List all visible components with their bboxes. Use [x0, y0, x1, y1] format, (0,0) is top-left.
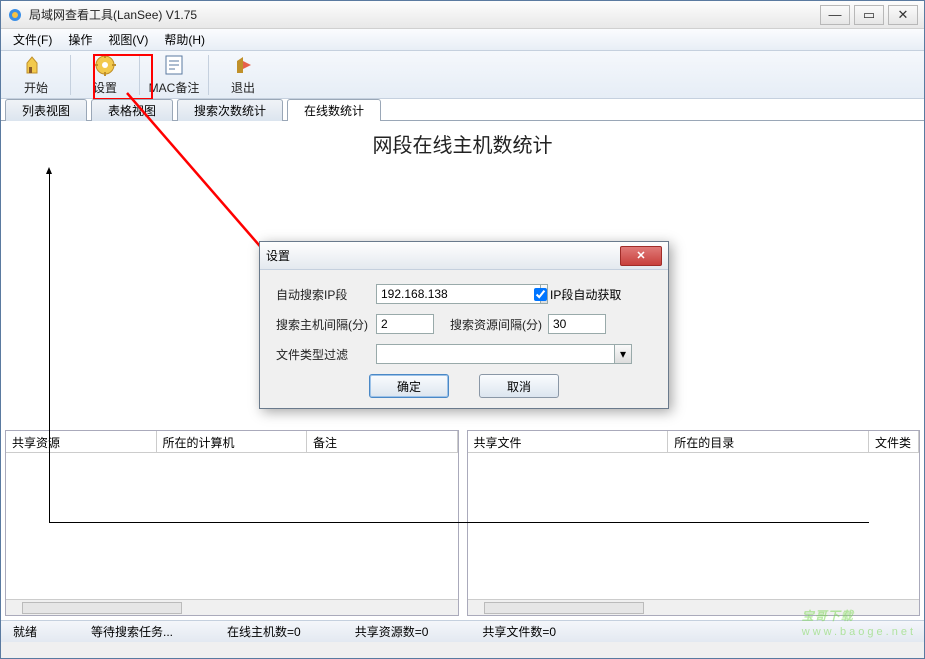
ok-button[interactable]: 确定: [369, 374, 449, 398]
toolbar: 开始 设置 MAC备注 退出: [1, 51, 924, 99]
horizontal-scrollbar[interactable]: [468, 599, 920, 615]
menu-file[interactable]: 文件(F): [5, 29, 60, 50]
file-filter-input[interactable]: [376, 344, 614, 364]
toolbar-settings-button[interactable]: 设置: [72, 53, 138, 97]
toolbar-settings-label: 设置: [93, 79, 117, 96]
label-res-interval: 搜索资源间隔(分): [450, 316, 542, 333]
toolbar-mac-button[interactable]: MAC备注: [141, 53, 207, 97]
tab-online-stats[interactable]: 在线数统计: [287, 99, 381, 121]
toolbar-exit-label: 退出: [231, 79, 255, 96]
settings-dialog: 设置 ✕ 自动搜索IP段 ▾ IP段自动获取 搜索主机间隔(分) 搜索资源间隔(…: [259, 241, 669, 409]
notes-icon: [162, 53, 186, 77]
toolbar-separator: [70, 55, 71, 95]
status-shared-files: 共享文件数=0: [478, 623, 606, 640]
horizontal-scrollbar[interactable]: [6, 599, 458, 615]
close-button[interactable]: ✕: [888, 5, 918, 25]
res-interval-input[interactable]: [548, 314, 606, 334]
toolbar-separator: [139, 55, 140, 95]
titlebar: 局域网查看工具(LanSee) V1.75 — ▭ ✕: [1, 1, 924, 29]
dialog-title: 设置: [266, 247, 620, 264]
toolbar-mac-label: MAC备注: [149, 79, 200, 96]
auto-get-checkbox[interactable]: [534, 288, 547, 301]
label-host-interval: 搜索主机间隔(分): [276, 316, 376, 333]
main-window: 局域网查看工具(LanSee) V1.75 — ▭ ✕ 文件(F) 操作 视图(…: [0, 0, 925, 659]
dropdown-icon[interactable]: ▾: [614, 344, 632, 364]
status-online-hosts: 在线主机数=0: [223, 623, 351, 640]
ip-segment-input[interactable]: [376, 284, 540, 304]
label-auto-get: IP段自动获取: [550, 286, 621, 303]
minimize-button[interactable]: —: [820, 5, 850, 25]
tab-search-stats[interactable]: 搜索次数统计: [177, 99, 283, 121]
window-title: 局域网查看工具(LanSee) V1.75: [29, 6, 816, 23]
menu-view[interactable]: 视图(V): [100, 29, 156, 50]
maximize-button[interactable]: ▭: [854, 5, 884, 25]
tabs: 列表视图 表格视图 搜索次数统计 在线数统计: [1, 99, 924, 121]
menu-help[interactable]: 帮助(H): [156, 29, 213, 50]
statusbar: 就绪 等待搜索任务... 在线主机数=0 共享资源数=0 共享文件数=0: [1, 620, 924, 642]
app-icon: [7, 7, 23, 23]
host-interval-input[interactable]: [376, 314, 434, 334]
status-ready: 就绪: [9, 623, 87, 640]
label-file-filter: 文件类型过滤: [276, 346, 376, 363]
dialog-titlebar: 设置 ✕: [260, 242, 668, 270]
exit-icon: [231, 53, 255, 77]
menubar: 文件(F) 操作 视图(V) 帮助(H): [1, 29, 924, 51]
ip-segment-combo[interactable]: ▾: [376, 284, 526, 304]
col-filetype[interactable]: 文件类: [869, 431, 919, 452]
start-icon: [24, 53, 48, 77]
cancel-button[interactable]: 取消: [479, 374, 559, 398]
menu-operate[interactable]: 操作: [60, 29, 100, 50]
tab-grid-view[interactable]: 表格视图: [91, 99, 173, 121]
tab-list-view[interactable]: 列表视图: [5, 99, 87, 121]
toolbar-start-label: 开始: [24, 79, 48, 96]
chart-x-axis: [49, 522, 869, 523]
toolbar-exit-button[interactable]: 退出: [210, 53, 276, 97]
chart-y-axis: [49, 173, 50, 523]
dialog-close-button[interactable]: ✕: [620, 246, 662, 266]
settings-icon: [93, 53, 117, 77]
label-auto-search-ip: 自动搜索IP段: [276, 286, 376, 303]
toolbar-start-button[interactable]: 开始: [3, 53, 69, 97]
chart-title: 网段在线主机数统计: [1, 121, 924, 166]
file-filter-combo[interactable]: ▾: [376, 344, 632, 364]
status-shared-res: 共享资源数=0: [351, 623, 479, 640]
status-waiting: 等待搜索任务...: [87, 623, 223, 640]
dialog-body: 自动搜索IP段 ▾ IP段自动获取 搜索主机间隔(分) 搜索资源间隔(分) 文件…: [260, 270, 668, 408]
toolbar-separator: [208, 55, 209, 95]
